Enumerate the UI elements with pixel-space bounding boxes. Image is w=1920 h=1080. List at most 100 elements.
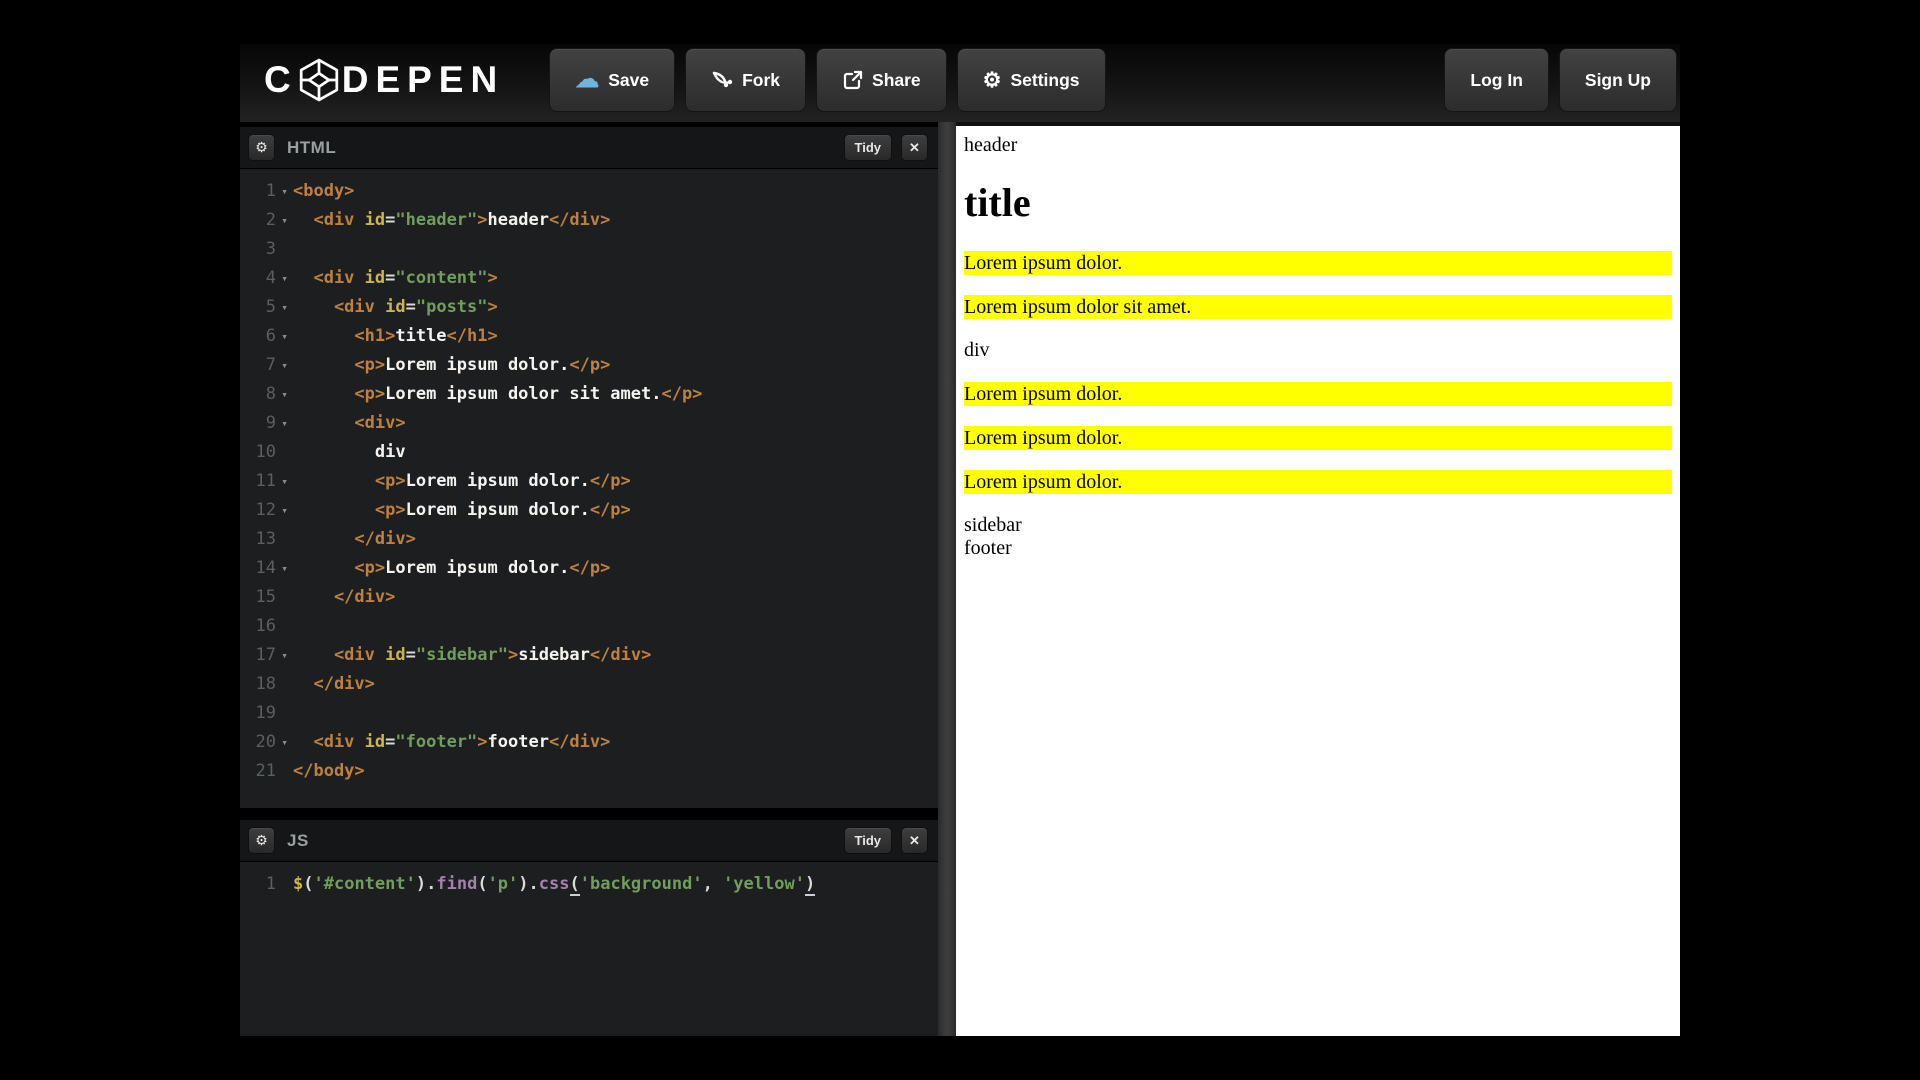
fold-arrow-icon[interactable]: ▾ bbox=[276, 496, 293, 525]
code-line-text: <div id="sidebar">sidebar</div> bbox=[293, 641, 938, 670]
login-button[interactable]: Log In bbox=[1444, 48, 1548, 112]
line-number: 15 bbox=[240, 583, 276, 612]
line-number: 10 bbox=[240, 438, 276, 467]
code-line: 1$('#content').find('p').css('background… bbox=[240, 870, 938, 899]
code-token: '#content' bbox=[314, 874, 416, 894]
tidy-button-label: Tidy bbox=[855, 833, 882, 848]
preview-pane: headertitleLorem ipsum dolor.Lorem ipsum… bbox=[956, 122, 1680, 1036]
code-token: Lorem ipsum dolor. bbox=[385, 355, 569, 375]
main-area: ⚙ HTML Tidy ✕ 1▾<body>2▾ <div id="header… bbox=[240, 122, 1680, 1036]
fold-arrow-icon[interactable]: ▾ bbox=[276, 322, 293, 351]
js-code-editor[interactable]: 1$('#content').find('p').css('background… bbox=[240, 862, 938, 1036]
code-line-text: </div> bbox=[293, 583, 938, 612]
preview-p: Lorem ipsum dolor sit amet. bbox=[964, 295, 1672, 319]
html-tidy-button[interactable]: Tidy bbox=[844, 134, 893, 161]
share-button[interactable]: Share bbox=[816, 48, 947, 112]
cloud-icon: ☁ bbox=[575, 68, 599, 92]
line-number: 9 bbox=[240, 409, 276, 438]
js-close-button[interactable]: ✕ bbox=[901, 827, 928, 854]
fold-arrow-icon[interactable]: ▾ bbox=[276, 409, 293, 438]
fold-arrow-icon[interactable]: ▾ bbox=[276, 467, 293, 496]
code-token: = bbox=[406, 297, 416, 317]
code-line-text: </div> bbox=[293, 525, 938, 554]
code-token: id bbox=[365, 268, 385, 288]
code-line: 17▾ <div id="sidebar">sidebar</div> bbox=[240, 641, 938, 670]
code-line: 10 div bbox=[240, 438, 938, 467]
code-line: 20▾ <div id="footer">footer</div> bbox=[240, 728, 938, 757]
fold-arrow-icon[interactable]: ▾ bbox=[276, 264, 293, 293]
code-line-text: <div id="content"> bbox=[293, 264, 938, 293]
code-line-text: $('#content').find('p').css('background'… bbox=[293, 870, 938, 899]
fold-arrow-icon[interactable]: ▾ bbox=[276, 293, 293, 322]
gear-icon: ⚙ bbox=[255, 832, 268, 849]
code-token: "sidebar" bbox=[416, 645, 508, 665]
code-token: <p> bbox=[293, 355, 385, 375]
code-line-text: <body> bbox=[293, 177, 938, 206]
fold-arrow-icon[interactable]: ▾ bbox=[276, 206, 293, 235]
code-line: 8▾ <p>Lorem ipsum dolor sit amet.</p> bbox=[240, 380, 938, 409]
preview-p: Lorem ipsum dolor. bbox=[964, 470, 1672, 494]
codepen-logo[interactable]: C DEPEN bbox=[264, 58, 504, 102]
settings-button[interactable]: ⚙ Settings bbox=[957, 48, 1106, 112]
code-token: </p> bbox=[569, 558, 610, 578]
fold-spacer bbox=[276, 670, 293, 699]
code-line: 11▾ <p>Lorem ipsum dolor.</p> bbox=[240, 467, 938, 496]
code-line-text: <div id="header">header</div> bbox=[293, 206, 938, 235]
line-number: 4 bbox=[240, 264, 276, 293]
html-code-editor[interactable]: 1▾<body>2▾ <div id="header">header</div>… bbox=[240, 169, 938, 808]
fold-spacer bbox=[276, 235, 293, 264]
save-button[interactable]: ☁ Save bbox=[549, 48, 675, 112]
code-line-text: <p>Lorem ipsum dolor.</p> bbox=[293, 496, 938, 525]
fold-arrow-icon[interactable]: ▾ bbox=[276, 380, 293, 409]
code-line-text: <div id="footer">footer</div> bbox=[293, 728, 938, 757]
html-panel-title: HTML bbox=[287, 138, 336, 158]
code-token: > bbox=[488, 297, 498, 317]
preview-div: sidebar bbox=[964, 514, 1672, 537]
html-close-button[interactable]: ✕ bbox=[901, 134, 928, 161]
html-settings-gear-button[interactable]: ⚙ bbox=[248, 134, 275, 161]
fork-button[interactable]: Fork bbox=[685, 48, 806, 112]
line-number: 13 bbox=[240, 525, 276, 554]
code-token: > bbox=[477, 732, 487, 752]
fold-arrow-icon[interactable]: ▾ bbox=[276, 641, 293, 670]
html-editor-panel: ⚙ HTML Tidy ✕ 1▾<body>2▾ <div id="header… bbox=[240, 127, 938, 808]
preview-div: footer bbox=[964, 537, 1672, 560]
code-token: <div bbox=[293, 210, 365, 230]
code-token: ) bbox=[518, 874, 528, 894]
code-token: > bbox=[477, 210, 487, 230]
fold-arrow-icon[interactable]: ▾ bbox=[276, 351, 293, 380]
signup-button[interactable]: Sign Up bbox=[1559, 48, 1677, 112]
code-token: div bbox=[293, 442, 406, 462]
line-number: 5 bbox=[240, 293, 276, 322]
code-line-text: div bbox=[293, 438, 938, 467]
preview-h1: title bbox=[964, 181, 1672, 225]
js-settings-gear-button[interactable]: ⚙ bbox=[248, 827, 275, 854]
code-line: 2▾ <div id="header">header</div> bbox=[240, 206, 938, 235]
share-icon bbox=[842, 70, 863, 91]
code-token: </p> bbox=[661, 384, 702, 404]
code-token: 'yellow' bbox=[723, 874, 805, 894]
code-line-text bbox=[293, 612, 938, 641]
line-number: 7 bbox=[240, 351, 276, 380]
code-line: 4▾ <div id="content"> bbox=[240, 264, 938, 293]
fold-arrow-icon[interactable]: ▾ bbox=[276, 728, 293, 757]
fold-arrow-icon[interactable]: ▾ bbox=[276, 554, 293, 583]
header-actions: ☁ Save Fork bbox=[549, 44, 1105, 112]
code-line: 18 </div> bbox=[240, 670, 938, 699]
save-button-label: Save bbox=[608, 70, 649, 91]
code-token: <p> bbox=[293, 500, 406, 520]
code-line-text: <p>Lorem ipsum dolor.</p> bbox=[293, 554, 938, 583]
code-token: ( bbox=[477, 874, 487, 894]
code-token: title bbox=[395, 326, 446, 346]
fold-arrow-icon[interactable]: ▾ bbox=[276, 177, 293, 206]
line-number: 18 bbox=[240, 670, 276, 699]
js-tidy-button[interactable]: Tidy bbox=[844, 827, 893, 854]
line-number: 14 bbox=[240, 554, 276, 583]
line-number: 2 bbox=[240, 206, 276, 235]
panel-resize-divider[interactable] bbox=[938, 122, 956, 1036]
code-line: 12▾ <p>Lorem ipsum dolor.</p> bbox=[240, 496, 938, 525]
tidy-button-label: Tidy bbox=[855, 140, 882, 155]
code-line-text bbox=[293, 699, 938, 728]
code-token: . bbox=[529, 874, 539, 894]
editor-column: ⚙ HTML Tidy ✕ 1▾<body>2▾ <div id="header… bbox=[240, 122, 938, 1036]
